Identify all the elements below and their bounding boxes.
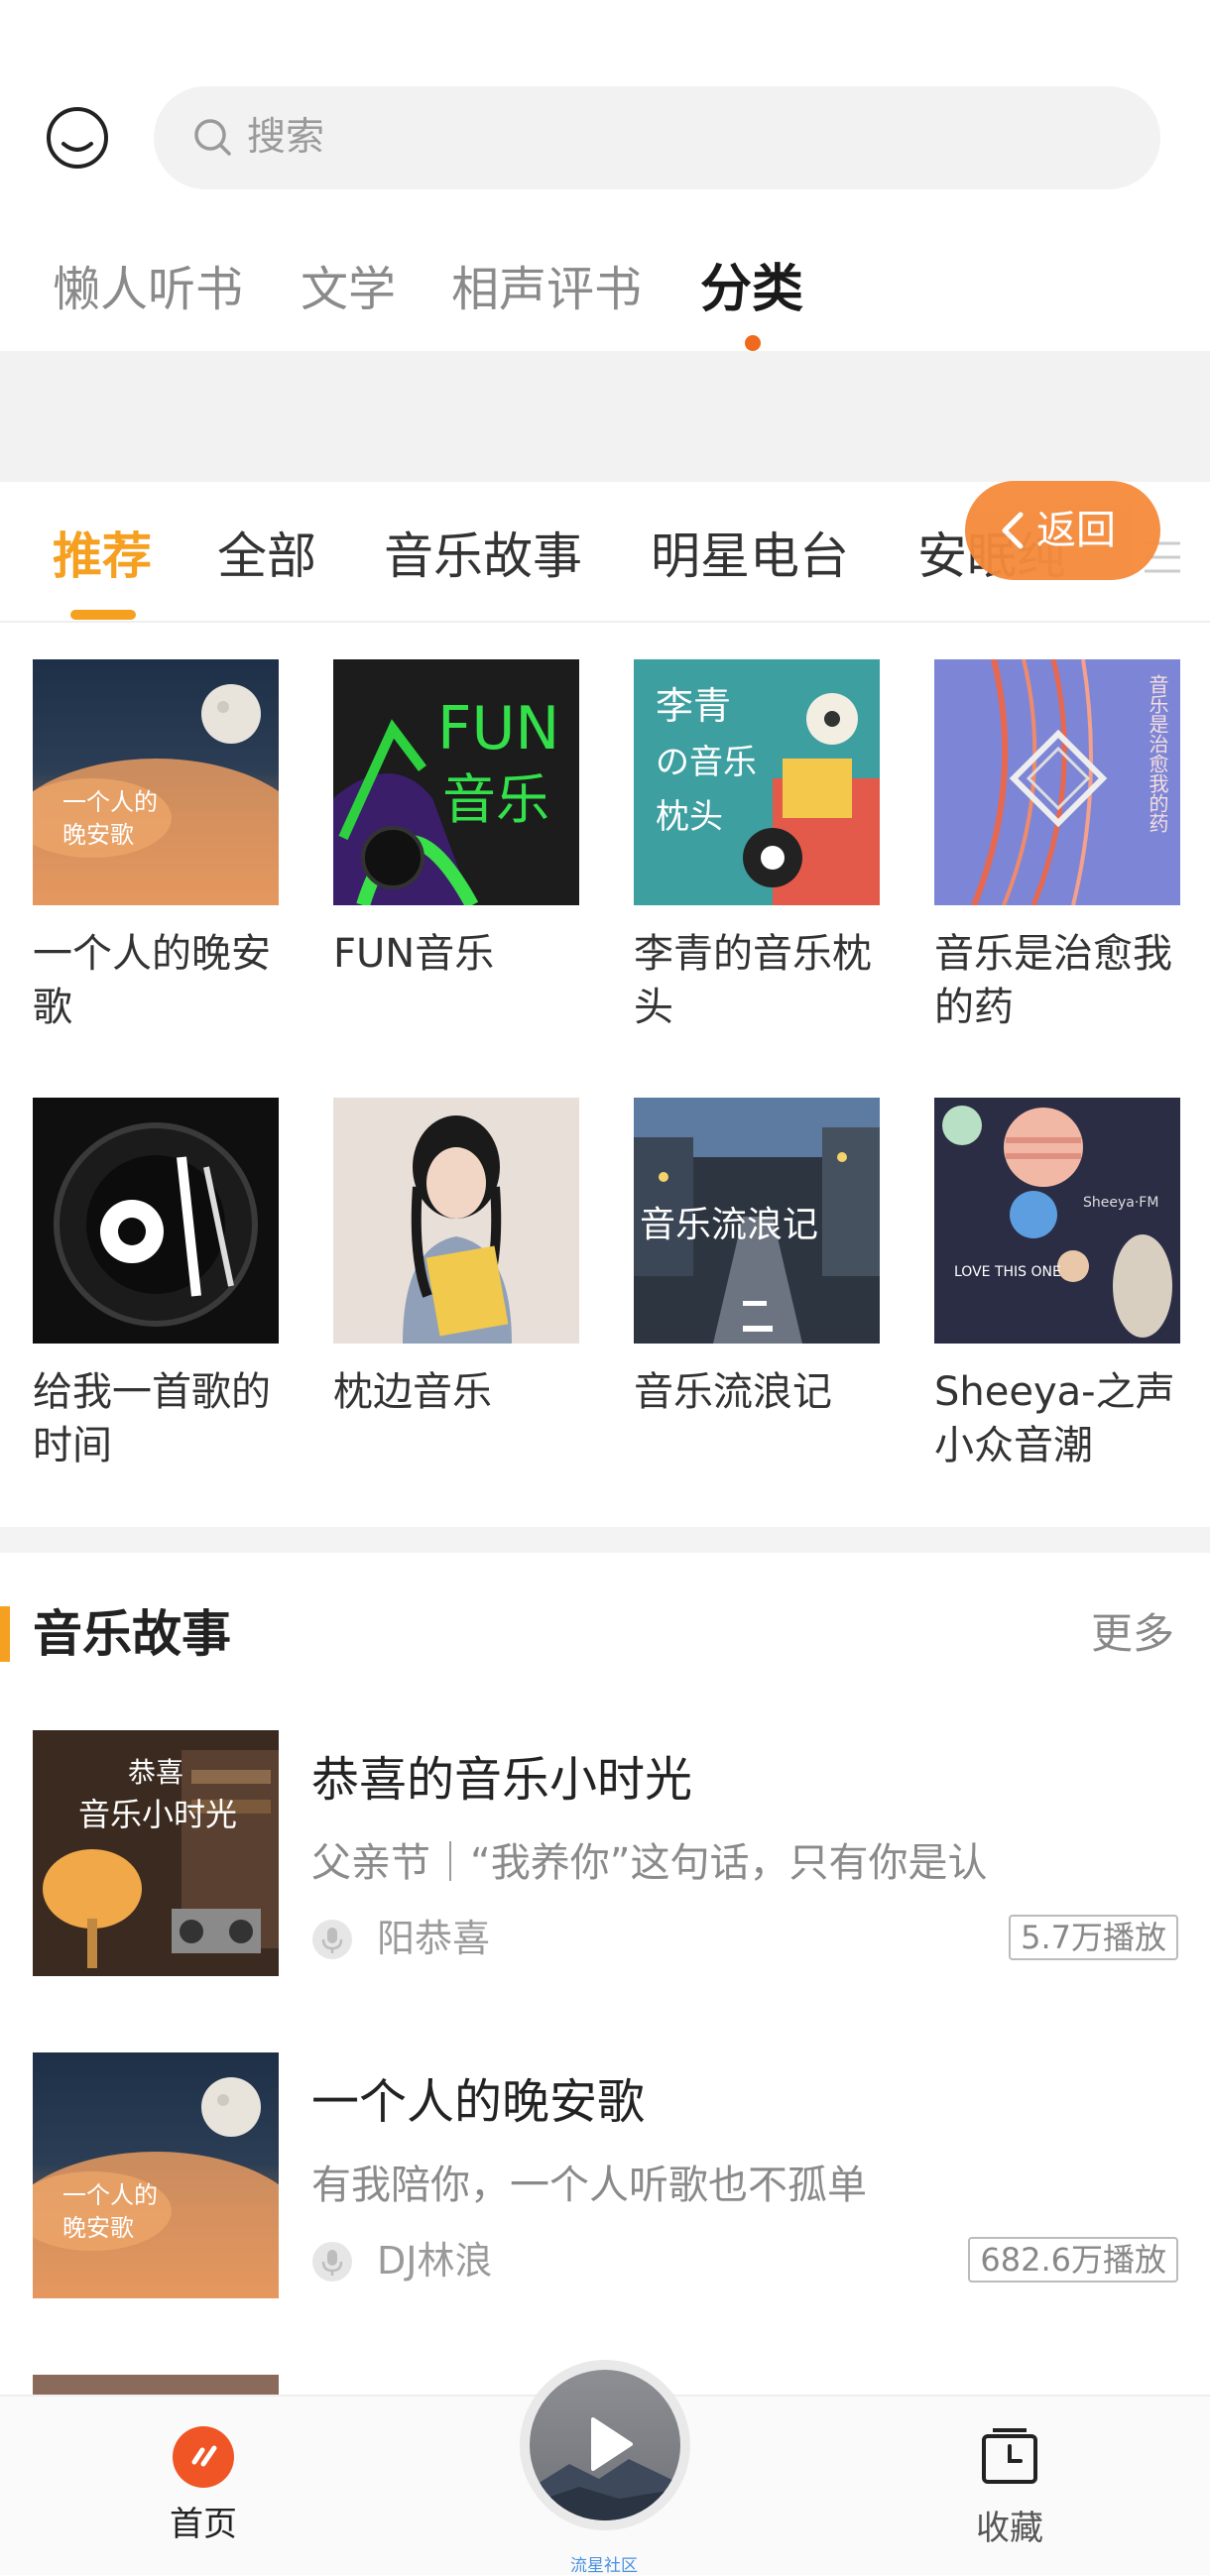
cover-text: 李青 [656, 684, 731, 728]
list-item-title: 一个人的晚安歌 [311, 2074, 646, 2130]
cover-text: 音乐是治愈我的药 [1146, 674, 1169, 833]
nav-home[interactable]: 首页 [169, 2426, 238, 2555]
divider [0, 621, 1210, 623]
album-card[interactable]: 枕边音乐 [333, 1098, 579, 1419]
cat-tab-all[interactable]: 全部 [217, 526, 316, 587]
album-card[interactable]: 李青 の音乐 枕头 李青的音乐枕头 [634, 659, 880, 1034]
cat-tab-underline [70, 610, 136, 620]
cover-text: 晚安歌 [62, 821, 134, 849]
cover-text: FUN [437, 694, 559, 763]
section-title: 音乐故事 [33, 1605, 231, 1663]
list-cover: 恭喜 音乐小时光 [33, 1730, 279, 1976]
search-placeholder: 搜索 [247, 115, 325, 160]
player-button[interactable] [520, 2360, 690, 2530]
section-accent-bar [0, 1606, 10, 1662]
back-button[interactable]: 返回 [965, 481, 1160, 580]
active-tab-indicator [745, 335, 761, 351]
album-card[interactable]: Sheeya·FM LOVE THIS ONE Sheeya-之声小众音潮 [934, 1098, 1180, 1472]
cat-tab-recommended[interactable]: 推荐 [53, 526, 152, 587]
album-title: 给我一首歌的时间 [33, 1369, 271, 1468]
cover-text: の音乐 [656, 743, 757, 782]
cover-text: 一个人的 [62, 788, 158, 816]
play-count-badge: 682.6万播放 [968, 2237, 1178, 2283]
cat-tab-celebrity-radio[interactable]: 明星电台 [651, 526, 849, 587]
album-cover: 音乐是治愈我的药 [934, 659, 1180, 905]
cover-text: 音乐 [442, 768, 549, 831]
search-input[interactable]: 搜索 [154, 86, 1160, 189]
album-title: 李青的音乐枕头 [634, 931, 872, 1030]
chevron-left-icon [1002, 512, 1024, 549]
album-card[interactable]: 音乐是治愈我的药 音乐是治愈我的药 [934, 659, 1180, 1034]
list-item[interactable]: 一个人的 晚安歌 一个人的晚安歌 有我陪你，一个人听歌也不孤单 DJ林浪 682… [0, 2052, 1210, 2300]
play-icon [591, 2417, 633, 2471]
list-item-title: 恭喜的音乐小时光 [311, 1752, 693, 1808]
album-card[interactable]: 一个人的 晚安歌 一个人的晚安歌 [33, 659, 279, 1034]
cover-text: LOVE THIS ONE [954, 1264, 1061, 1280]
album-title: 枕边音乐 [333, 1369, 492, 1415]
cover-text: 恭喜 [128, 1756, 183, 1789]
cover-text: 音乐流浪记 [640, 1205, 818, 1245]
back-button-label: 返回 [1036, 508, 1116, 553]
search-icon [194, 119, 231, 156]
tab-categories[interactable]: 分类 [700, 260, 803, 319]
microphone-icon [312, 2242, 352, 2282]
cover-text: 音乐小时光 [78, 1796, 237, 1833]
play-count-badge: 5.7万播放 [1009, 1915, 1178, 1960]
home-icon [173, 2426, 234, 2488]
profile-button[interactable] [44, 104, 111, 172]
more-link[interactable]: 更多 [1091, 1606, 1174, 1662]
list-cover-partial [33, 2375, 279, 2395]
album-card[interactable]: 音乐流浪记 音乐流浪记 [634, 1098, 880, 1419]
album-title: 一个人的晚安歌 [33, 931, 271, 1030]
list-cover: 一个人的 晚安歌 [33, 2052, 279, 2298]
album-cover [33, 1098, 279, 1344]
cover-text: Sheeya·FM [1083, 1195, 1158, 1211]
album-title: 音乐是治愈我的药 [934, 931, 1172, 1030]
tab-crosstalk[interactable]: 相声评书 [451, 260, 642, 319]
album-cover: 音乐流浪记 [634, 1098, 880, 1344]
list-item-author: DJ林浪 [377, 2239, 493, 2283]
clock-calendar-icon [982, 2428, 1037, 2484]
list-item[interactable]: 恭喜 音乐小时光 恭喜的音乐小时光 父亲节｜“我养你”这句话，只有你是认 阳恭喜… [0, 1730, 1210, 1978]
tab-literature[interactable]: 文学 [301, 260, 396, 319]
album-title: 音乐流浪记 [634, 1369, 832, 1415]
tab-lazy-audiobooks[interactable]: 懒人听书 [53, 260, 243, 319]
nav-home-label: 首页 [170, 2505, 237, 2544]
nav-favorites-label: 收藏 [976, 2509, 1043, 2548]
smiley-icon [47, 107, 108, 169]
album-title: FUN音乐 [333, 931, 495, 977]
list-item-description: 父亲节｜“我养你”这句话，只有你是认 [311, 1840, 988, 1886]
cat-tab-music-stories[interactable]: 音乐故事 [384, 526, 582, 587]
list-item-description: 有我陪你，一个人听歌也不孤单 [311, 2163, 867, 2208]
album-cover: FUN 音乐 [333, 659, 579, 905]
cover-text: 枕头 [656, 797, 723, 837]
album-cover: 李青 の音乐 枕头 [634, 659, 880, 905]
nav-favorites[interactable]: 收藏 [975, 2426, 1044, 2553]
album-cover: Sheeya·FM LOVE THIS ONE [934, 1098, 1180, 1344]
album-cover [333, 1098, 579, 1344]
list-item-author: 阳恭喜 [377, 1917, 491, 1960]
player-label: 流星社区 [570, 2556, 638, 2576]
album-title: Sheeya-之声小众音潮 [934, 1369, 1175, 1468]
album-card[interactable]: FUN 音乐 FUN音乐 [333, 659, 579, 981]
cover-text: 一个人的 [62, 2181, 158, 2209]
microphone-icon [312, 1920, 352, 1959]
album-card[interactable]: 给我一首歌的时间 [33, 1098, 279, 1472]
section-separator [0, 1527, 1210, 1553]
album-cover: 一个人的 晚安歌 [33, 659, 279, 905]
cover-text: 晚安歌 [62, 2214, 134, 2242]
banner-placeholder [0, 351, 1210, 482]
